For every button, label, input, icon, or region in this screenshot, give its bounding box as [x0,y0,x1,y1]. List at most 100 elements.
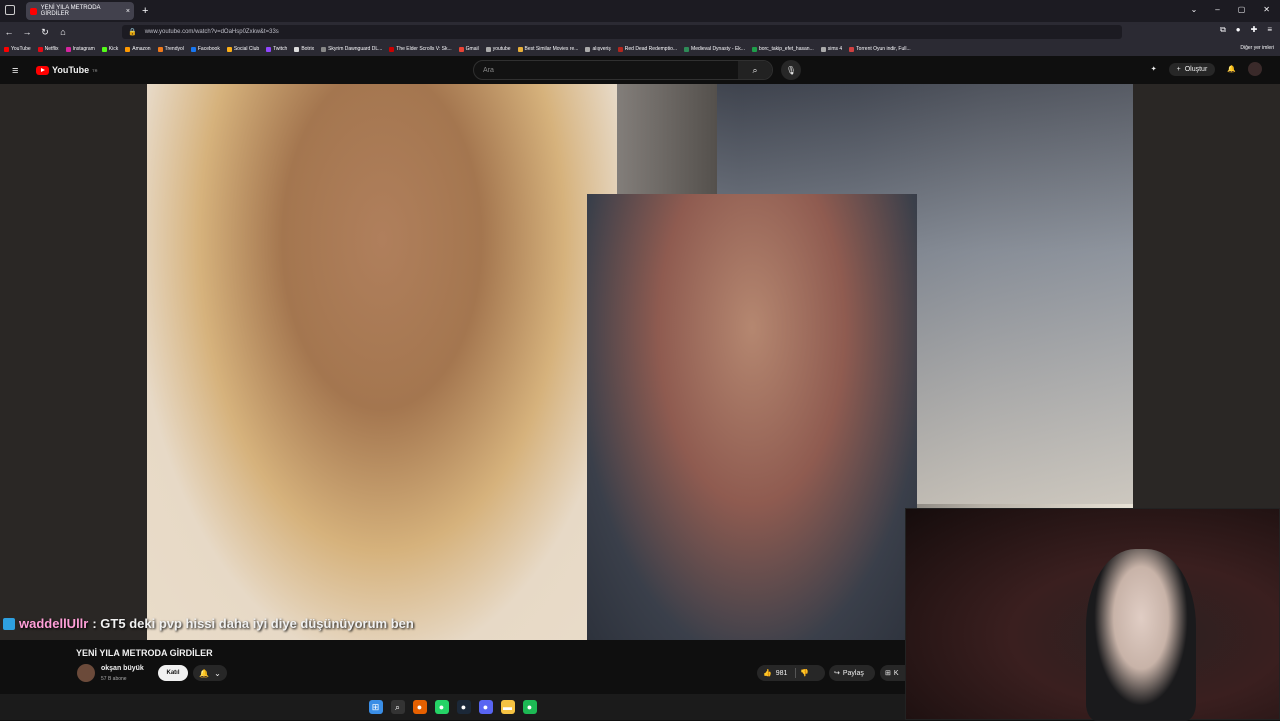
channel-avatar[interactable] [77,664,95,682]
notifications-icon[interactable]: 🔔 [1227,65,1236,73]
bookmark-favicon-icon [37,46,43,52]
bookmark-item[interactable]: Social Club [226,46,260,52]
minimize-icon[interactable]: – [1215,5,1219,14]
bookmark-item[interactable]: Instagram [65,46,95,52]
join-button[interactable]: Katıl [158,665,188,681]
like-icon[interactable]: 👍 [763,669,772,677]
search-box[interactable]: Ara ⌕ [473,60,773,80]
browser-navigation-bar: ← → ↻ ⌂ 🔒 www.youtube.com/watch?v=dOaHsp… [0,22,1280,42]
url-bar[interactable]: 🔒 www.youtube.com/watch?v=dOaHsp0Zxkw&t=… [122,25,1122,39]
plus-icon: + [1176,65,1181,73]
discord-icon[interactable]: ● [478,700,493,714]
youtube-logo[interactable]: YouTube TR [36,65,98,75]
channel-name[interactable]: okşan büyük [101,665,144,672]
bookmark-label: The Elder Scrolls V: Sk... [396,46,452,52]
tab-list-icon[interactable] [5,5,15,15]
dislike-icon[interactable]: 👎 [800,669,809,677]
save-button[interactable]: ⊞ K [880,665,905,681]
search-icon[interactable]: ⌕ [390,700,405,714]
chevron-down-icon: ⌄ [214,668,221,678]
bookmark-item[interactable]: Medieval Dynasty - Ek... [684,46,745,52]
maximize-icon[interactable]: ▢ [1238,5,1246,14]
bookmark-favicon-icon [849,46,855,52]
bookmark-label: Botrix [301,46,315,52]
steam-icon[interactable]: ● [456,700,471,714]
bookmark-label: Facebook [197,46,220,52]
header-actions: ✦ + Oluştur 🔔 [1151,62,1262,76]
bookmarks-bar: YouTube Netflix Instagram Kick Amazon Trendyo… [0,42,1280,56]
bookmark-item[interactable]: sims 4 [820,46,843,52]
back-icon[interactable]: ← [0,27,18,37]
search-button[interactable]: ⌕ [738,61,772,79]
bookmark-label: Twitch [273,46,288,52]
tab-dropdown-icon[interactable]: ⌄ [1191,5,1198,14]
bookmark-favicon-icon [517,46,523,52]
account-icon[interactable]: ● [1236,25,1241,35]
bookmark-item[interactable]: Amazon [125,46,151,52]
subscriber-count: 57 B abone [101,676,127,682]
puzzle-icon[interactable]: ✚ [1251,25,1258,35]
bookmark-item[interactable]: Botrix [294,46,314,52]
bookmark-item[interactable]: Gmail [458,46,479,52]
voice-search-button[interactable]: 🎙 [781,60,801,80]
bookmark-item[interactable]: Trendyol [157,46,184,52]
folder-icon[interactable]: ▬ [500,700,515,714]
forward-icon[interactable]: → [18,27,36,37]
menu-icon[interactable]: ≡ [1267,25,1272,35]
bookmark-item[interactable]: Torrent Oyun indir, Full... [849,46,911,52]
other-bookmarks[interactable]: Diğer yer imleri [1240,45,1274,51]
bookmark-item[interactable]: borc_takip_efet_hasan... [751,46,814,52]
subscription-bell-button[interactable]: 🔔 ⌄ [193,665,227,681]
bookmark-item[interactable]: Best Similar Movies re... [517,46,578,52]
bookmark-item[interactable]: youtube [485,46,511,52]
bookmark-favicon-icon [190,46,196,52]
bookmark-label: Social Club [233,46,260,52]
windows-start-icon[interactable]: ⊞ [368,700,383,714]
bookmark-item[interactable]: Skyrim Dawnguard DL... [321,46,382,52]
bookmark-favicon-icon [458,46,464,52]
youtube-favicon-icon [30,7,37,15]
bookmark-label: Skyrim Dawnguard DL... [328,46,383,52]
bookmark-label: alışveriş [592,46,611,52]
user-avatar[interactable] [1248,62,1262,76]
bookmark-item[interactable]: Red Dead Redemptio... [617,46,677,52]
create-button[interactable]: + Oluştur [1168,62,1216,76]
firefox-icon[interactable]: ● [412,700,427,714]
bookmark-favicon-icon [751,46,757,52]
extensions-icon[interactable]: ⧉ [1220,25,1226,35]
whatsapp-icon[interactable]: ● [434,700,449,714]
close-window-icon[interactable]: ✕ [1263,5,1270,14]
save-icon: ⊞ [885,670,891,677]
bookmark-item[interactable]: Twitch [266,46,287,52]
home-icon[interactable]: ⌂ [54,27,72,37]
reload-icon[interactable]: ↻ [36,27,54,38]
bookmark-favicon-icon [125,46,131,52]
chat-badge-icon [3,617,15,630]
new-tab-button[interactable]: + [142,5,148,17]
close-tab-icon[interactable]: × [126,8,130,15]
create-label: Oluştur [1184,65,1208,73]
browser-tab[interactable]: YENİ YILA METRODA GİRDİLER × [26,2,134,20]
bookmark-label: Netflix [44,46,59,52]
bookmark-item[interactable]: YouTube [4,46,31,52]
window-controls: ⌄ – ▢ ✕ [1191,5,1270,14]
like-divider [795,668,797,678]
video-person-woman [147,84,617,640]
search-input[interactable]: Ara [483,67,494,74]
bookmark-item[interactable]: The Elder Scrolls V: Sk... [389,46,452,52]
bookmark-item[interactable]: Facebook [190,46,220,52]
youtube-play-icon [36,65,49,75]
like-count[interactable]: 981 [776,670,788,677]
share-button[interactable]: ↪ Paylaş [829,665,875,681]
like-dislike-group: 👍 981 👎 [757,665,825,681]
bookmark-favicon-icon [389,46,395,52]
bookmark-favicon-icon [65,46,71,52]
bookmark-item[interactable]: Netflix [37,46,59,52]
hamburger-menu-icon[interactable]: ≡ [12,65,18,77]
bookmark-favicon-icon [266,46,272,52]
bookmark-item[interactable]: alışveriş [585,46,611,52]
bookmark-label: sims 4 [827,46,843,52]
spotify-icon[interactable]: ● [522,700,537,714]
studio-icon[interactable]: ✦ [1151,65,1157,73]
bookmark-item[interactable]: Kick [101,46,118,52]
